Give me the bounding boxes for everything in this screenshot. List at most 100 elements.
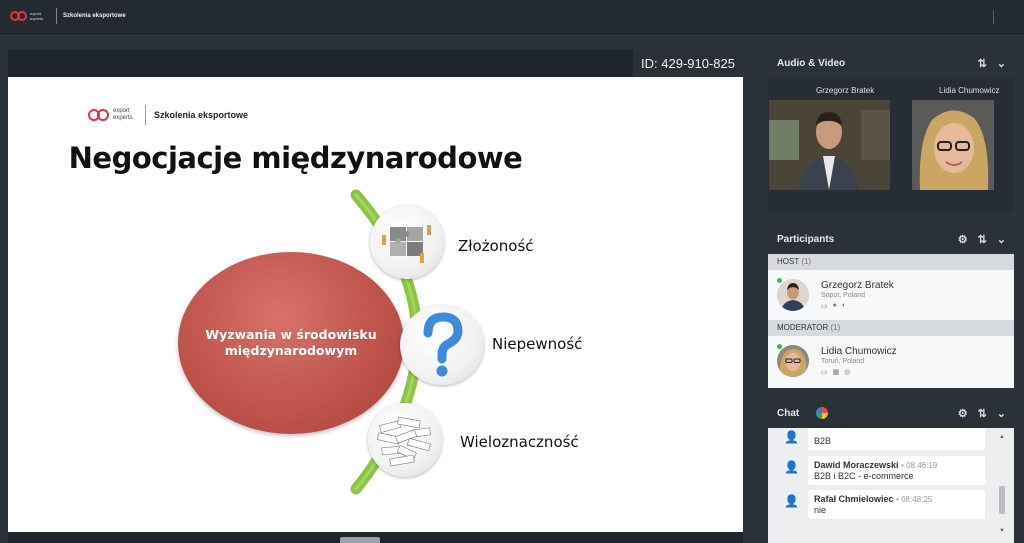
participant-location: Toruń, Poland <box>821 358 865 365</box>
word-pile-icon <box>377 416 431 467</box>
person-silhouette-icon <box>912 100 994 190</box>
chat-bubble: Dawid Moraczewski • 08:46:19 B2B i B2C -… <box>808 456 985 485</box>
chat-bubble: B2B <box>808 428 985 450</box>
presentation-footer <box>8 532 743 543</box>
participant-moderator[interactable]: Lidia Chumowicz Toruń, Poland ▭ ▦ ◎ <box>768 336 1014 386</box>
chat-scrollbar[interactable]: ▲ ▼ <box>998 434 1006 534</box>
chat-time: • 08:46:19 <box>901 461 938 470</box>
laptop-icon: ▭ <box>821 369 828 376</box>
chat-header: Chat ⚙ ⇅ ⌄ <box>768 400 1014 428</box>
slide-title: Negocjacje międzynarodowe <box>8 141 743 175</box>
slide-brand-big: Szkolenia eksportowe <box>154 110 249 120</box>
host-group-header: HOST (1) <box>768 254 1014 270</box>
detach-icon[interactable]: ⇅ <box>978 50 987 78</box>
scroll-up-icon[interactable]: ▲ <box>998 434 1006 440</box>
brand-mark-icon <box>10 11 27 21</box>
detach-icon[interactable]: ⇅ <box>978 400 987 428</box>
participant-location: Sopot, Poland <box>821 292 865 299</box>
online-status-icon <box>777 344 782 349</box>
uncertainty-label: Niepewność <box>492 335 583 353</box>
chat-text: B2B <box>814 436 832 446</box>
chevron-down-icon[interactable]: ⌄ <box>997 226 1006 254</box>
audio-video-title: Audio & Video <box>777 58 846 69</box>
participants-title: Participants <box>777 234 835 245</box>
top-divider <box>993 10 994 24</box>
ambiguity-label: Wieloznaczność <box>460 433 579 451</box>
host-role: HOST <box>777 257 800 266</box>
chat-text: nie <box>814 505 827 515</box>
slide-brand-mark-icon <box>88 109 110 121</box>
person-silhouette-icon <box>769 100 890 190</box>
apple-icon: ● <box>832 302 837 309</box>
video-area: Grzegorz Bratek Lidia Chumowicz <box>768 78 1014 212</box>
user-icon: 👤 <box>784 430 799 444</box>
moderator-group-header: MODERATOR (1) <box>768 320 1014 336</box>
slide-logo: export experts Szkolenia eksportowe <box>88 105 248 125</box>
meeting-id: ID: 429-910-825 <box>633 50 743 77</box>
challenges-ellipse: Wyzwania w środowisku międzynarodowym <box>178 252 404 434</box>
video-tile-host[interactable] <box>769 100 890 190</box>
video-tile-moderator[interactable] <box>912 100 994 190</box>
participant-host[interactable]: Grzegorz Bratek Sopot, Poland ▭ ● ◐ <box>768 270 1014 320</box>
scroll-thumb[interactable] <box>999 486 1005 514</box>
participant-name: Grzegorz Bratek <box>821 280 894 291</box>
brand-small-text: export experts <box>30 11 44 21</box>
question-image <box>400 305 484 385</box>
presentation-header: ID: 429-910-825 <box>8 50 743 77</box>
participants-panel: Participants ⚙ ⇅ ⌄ HOST (1) Grzegorz Bra… <box>768 226 1014 388</box>
complexity-label: Złożoność <box>458 237 534 255</box>
user-icon: 👤 <box>784 494 799 508</box>
toolbar-handle[interactable] <box>340 537 380 543</box>
brand-big-text: Szkolenia eksportowe <box>63 12 126 19</box>
avatar <box>777 279 809 311</box>
emoji-icon[interactable] <box>816 407 828 419</box>
participant-name: Lidia Chumowicz <box>821 346 897 357</box>
windows-icon: ▦ <box>832 369 840 376</box>
presentation-slide: export experts Szkolenia eksportowe Nego… <box>8 77 743 532</box>
video-name-1: Grzegorz Bratek <box>816 86 875 95</box>
avatar <box>777 345 809 377</box>
slide-title-text: Negocjacje międzynarodowe <box>68 141 523 175</box>
chevron-down-icon[interactable]: ⌄ <box>997 400 1006 428</box>
chat-author: Dawid Moraczewski <box>814 460 899 470</box>
video-name-2: Lidia Chumowicz <box>939 86 1000 95</box>
chevron-down-icon[interactable]: ⌄ <box>997 50 1006 78</box>
audio-video-panel: Audio & Video ⇅ ⌄ Grzegorz Bratek Lidia … <box>768 50 1014 212</box>
device-icons: ▭ ● ◐ <box>821 302 846 310</box>
chat-title: Chat <box>777 408 800 419</box>
user-icon: 👤 <box>784 460 799 474</box>
laptop-icon: ▭ <box>821 303 828 310</box>
question-mark-icon <box>423 312 463 377</box>
moderator-avatar-icon <box>777 345 809 377</box>
chat-text: B2B i B2C - e-commerce <box>814 471 914 481</box>
audio-video-header: Audio & Video ⇅ ⌄ <box>768 50 1014 78</box>
chat-messages[interactable]: 👤 B2B 👤 Dawid Moraczewski • 08:46:19 B2B… <box>768 428 1014 543</box>
logo-divider <box>56 8 57 24</box>
chat-time: • 08:48:25 <box>896 495 933 504</box>
browser-icon: ◎ <box>844 369 851 376</box>
device-icons: ▭ ▦ ◎ <box>821 368 850 376</box>
slide-brand-small: export experts <box>113 108 133 121</box>
puzzle-icon <box>382 225 431 263</box>
participants-header: Participants ⚙ ⇅ ⌄ <box>768 226 1014 254</box>
chat-bubble: Rafał Chmielowiec • 08:48:25 nie <box>808 490 985 519</box>
chat-author: Rafał Chmielowiec <box>814 494 894 504</box>
puzzle-image <box>370 205 444 279</box>
detach-icon[interactable]: ⇅ <box>978 226 987 254</box>
browser-icon: ◐ <box>841 302 847 309</box>
challenges-text: Wyzwania w środowisku międzynarodowym <box>205 327 377 358</box>
words-image <box>368 403 442 477</box>
online-status-icon <box>777 278 782 283</box>
gear-icon[interactable]: ⚙ <box>958 400 968 428</box>
host-count: (1) <box>801 257 812 266</box>
top-bar: export experts Szkolenia eksportowe <box>0 0 1024 34</box>
chat-panel: Chat ⚙ ⇅ ⌄ 👤 B2B 👤 Dawid Moraczewski • 0… <box>768 400 1014 543</box>
host-avatar-icon <box>777 279 809 311</box>
moderator-count: (1) <box>830 323 841 332</box>
scroll-down-icon[interactable]: ▼ <box>998 528 1006 534</box>
slide-logo-divider <box>145 105 146 125</box>
gear-icon[interactable]: ⚙ <box>958 226 968 254</box>
chat-author-line: Dawid Moraczewski • 08:46:19 <box>814 460 979 470</box>
moderator-role: MODERATOR <box>777 323 829 332</box>
app-logo: export experts Szkolenia eksportowe <box>10 8 126 24</box>
